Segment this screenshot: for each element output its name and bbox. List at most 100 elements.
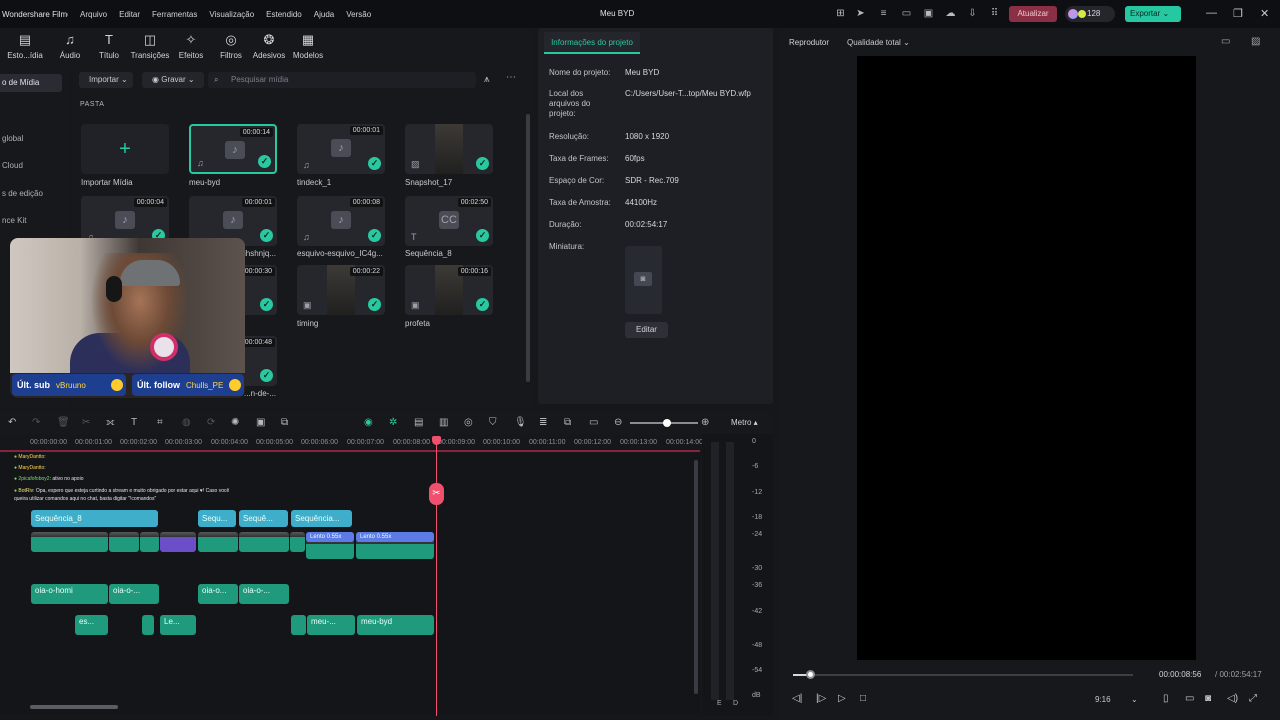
menu-visualizacao[interactable]: Visualização: [209, 10, 254, 19]
quality-dropdown[interactable]: Qualidade total ⌄: [847, 38, 910, 47]
import-media-card[interactable]: +: [81, 124, 169, 174]
audio-mix-icon[interactable]: ≣: [539, 417, 547, 428]
tool-media[interactable]: ▤ Esto...ídia: [4, 32, 46, 60]
zoom-knob[interactable]: [663, 419, 671, 427]
media-scrollbar[interactable]: [526, 114, 530, 382]
timeline-vertical-scrollbar[interactable]: [694, 460, 698, 694]
stop-icon[interactable]: □: [860, 693, 866, 704]
list-icon[interactable]: ≡: [878, 8, 889, 19]
menu-versao[interactable]: Versão: [346, 10, 371, 19]
audio-clip[interactable]: oia-o-...: [239, 584, 289, 604]
replace-icon[interactable]: ⧉: [564, 417, 571, 428]
microphone-icon[interactable]: 🎙: [514, 417, 527, 428]
multicam-icon[interactable]: ▥: [439, 417, 448, 428]
media-card-snapshot[interactable]: ▨ ✓: [405, 124, 493, 174]
video-clip[interactable]: Sh...: [160, 532, 196, 552]
menu-arquivo[interactable]: Arquivo: [80, 10, 107, 19]
cut-icon[interactable]: ✂: [82, 417, 90, 428]
tool-title[interactable]: T Título: [92, 32, 126, 60]
title-clip[interactable]: Sequência...: [291, 510, 352, 527]
speed-badge[interactable]: Lento 0.55x: [356, 532, 434, 542]
ai-tool-icon[interactable]: ▤: [414, 417, 423, 428]
media-card-meu-byd[interactable]: 00:00:14 ♪ ♫ ✓: [189, 124, 277, 174]
grid-view-icon[interactable]: ▭: [1221, 36, 1230, 47]
more-icon[interactable]: ⋯: [506, 72, 516, 83]
audio-clip[interactable]: oia-o...: [198, 584, 238, 604]
title-clip[interactable]: Sequ...: [198, 510, 236, 527]
play-frame-icon[interactable]: |▷: [816, 693, 826, 704]
camera-icon[interactable]: ◙: [1205, 693, 1211, 704]
gift-icon[interactable]: ⊞: [835, 8, 846, 19]
media-card-profeta[interactable]: 00:00:16 ▣ ✓: [405, 265, 493, 315]
media-search-input[interactable]: ⌕ Pesquisar mídia: [208, 72, 476, 88]
menu-editar[interactable]: Editar: [119, 10, 140, 19]
audio-clip[interactable]: [291, 615, 306, 635]
import-dropdown[interactable]: Importar ⌄: [79, 72, 133, 88]
monitor-icon[interactable]: ▭: [901, 8, 912, 19]
progress-knob[interactable]: [806, 670, 815, 679]
zoom-in-icon[interactable]: ⊕: [701, 417, 709, 428]
media-card-esquivo[interactable]: 00:00:08 ♪ ♫ ✓: [297, 196, 385, 246]
audio-clip[interactable]: meu-byd: [357, 615, 434, 635]
fullscreen-icon[interactable]: ⤢: [1249, 693, 1257, 704]
playhead-handle[interactable]: [432, 436, 441, 445]
media-card-sequencia[interactable]: 00:02:50 CC T ✓: [405, 196, 493, 246]
title-clip[interactable]: Sequência_8: [31, 510, 158, 527]
meter-toggle[interactable]: Metro ▴: [731, 418, 758, 427]
audio-clip[interactable]: oia-o-...: [109, 584, 159, 604]
effects-tool-icon[interactable]: ✺: [231, 417, 239, 428]
download-icon[interactable]: ⇩: [967, 8, 978, 19]
text-tool-icon[interactable]: T: [131, 417, 137, 428]
video-clip[interactable]: [290, 532, 305, 552]
edit-thumbnail-button[interactable]: Editar: [625, 322, 668, 338]
video-clip[interactable]: [109, 532, 139, 552]
playhead[interactable]: [436, 436, 437, 716]
speed-icon[interactable]: ⟳: [207, 417, 215, 428]
credits-badge[interactable]: 128: [1065, 6, 1115, 22]
sidebar-item-editing[interactable]: s de edição: [0, 185, 62, 203]
color-icon[interactable]: ◍: [182, 417, 191, 428]
audio-clip[interactable]: meu-...: [307, 615, 355, 635]
close-icon[interactable]: ✕: [1260, 7, 1269, 20]
chevron-down-icon[interactable]: ⌄: [1131, 695, 1138, 704]
crop-icon[interactable]: ⌗: [157, 417, 163, 428]
copy-icon[interactable]: ⧉: [281, 417, 288, 428]
record-dropdown[interactable]: ◉ Gravar ⌄: [142, 72, 204, 88]
tool-effects[interactable]: ✧ Efeitos: [174, 32, 208, 60]
update-button[interactable]: Atualizar: [1009, 6, 1057, 22]
image-view-icon[interactable]: ▨: [1251, 36, 1260, 47]
split-icon[interactable]: ⟗: [106, 417, 115, 428]
redo-icon[interactable]: ↷: [32, 417, 40, 428]
timeline-horizontal-scrollbar[interactable]: [30, 705, 118, 709]
audio-clip[interactable]: es...: [75, 615, 108, 635]
video-clip[interactable]: oia-o-homi: [31, 532, 108, 552]
speed-badge[interactable]: Lento 0.55x: [306, 532, 354, 542]
tool-audio[interactable]: ♫ Áudio: [52, 32, 88, 60]
volume-icon[interactable]: ◁): [1227, 693, 1238, 704]
timeline-ruler[interactable]: 00:00:00:00 00:00:01:00 00:00:02:00 00:0…: [0, 434, 703, 450]
tool-transitions[interactable]: ◫ Transições: [128, 32, 172, 60]
zoom-out-icon[interactable]: ⊖: [614, 417, 622, 428]
video-clip[interactable]: [239, 532, 289, 552]
audio-clip[interactable]: Le...: [160, 615, 196, 635]
delete-icon[interactable]: 🗑: [57, 417, 70, 428]
cloud-icon[interactable]: ☁: [945, 8, 956, 19]
progress-track[interactable]: [793, 674, 1133, 676]
tool-stickers[interactable]: ❂ Adesivos: [250, 32, 288, 60]
menu-ferramentas[interactable]: Ferramentas: [152, 10, 197, 19]
audio-clip[interactable]: oia-o-homi: [31, 584, 108, 604]
snap-icon[interactable]: ✲: [389, 417, 397, 428]
render-icon[interactable]: ◎: [464, 417, 473, 428]
mask-icon[interactable]: ▣: [256, 417, 265, 428]
sidebar-item-project-media[interactable]: o de Mídia: [0, 74, 62, 92]
video-clip[interactable]: [140, 532, 159, 552]
menu-ajuda[interactable]: Ajuda: [314, 10, 334, 19]
menu-estendido[interactable]: Estendido: [266, 10, 302, 19]
scissors-icon[interactable]: ✂: [429, 483, 444, 505]
export-button[interactable]: Exportar ⌄: [1125, 6, 1181, 22]
pip-icon[interactable]: ▭: [589, 417, 598, 428]
minimize-icon[interactable]: —: [1206, 7, 1217, 19]
send-icon[interactable]: ➤: [855, 8, 866, 19]
tool-templates[interactable]: ▦ Modelos: [290, 32, 326, 60]
save-icon[interactable]: ▣: [923, 8, 934, 19]
